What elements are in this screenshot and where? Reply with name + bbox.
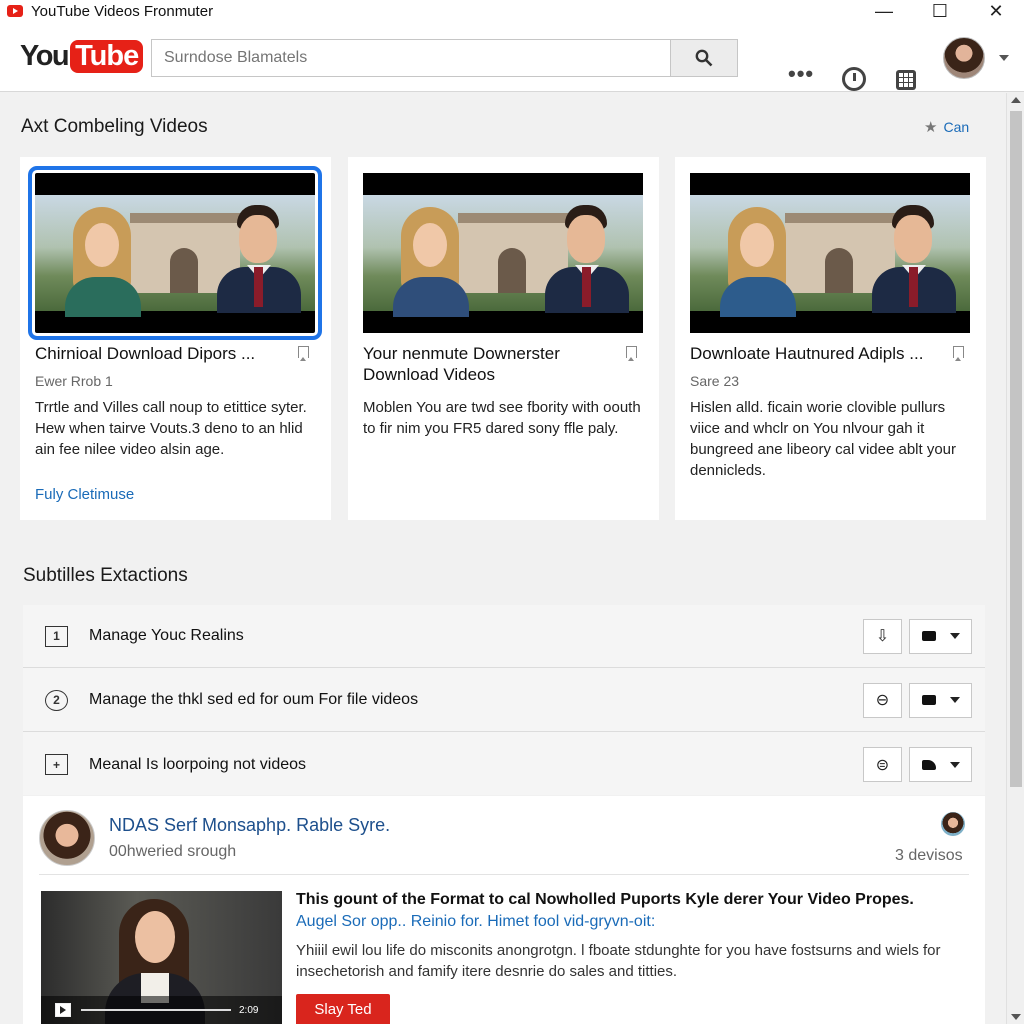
video-card[interactable]: Downloate Hautnured Adipls ... Sare 23 H… [675, 157, 986, 520]
format-dropdown[interactable] [909, 747, 972, 782]
history-icon[interactable] [842, 67, 866, 91]
video-card-title[interactable]: Your nenmute Downerster Download Videos [363, 343, 613, 385]
bookmark-icon[interactable] [626, 346, 637, 361]
maximize-button[interactable]: ☐ [912, 0, 968, 22]
featured-video-player[interactable]: 2:09 [41, 891, 282, 1024]
logo-text-tube: Tube [70, 40, 144, 73]
video-controls: 2:09 [41, 996, 282, 1024]
window-title: YouTube Videos Fronmuter [31, 2, 214, 20]
channel-name[interactable]: NDAS Serf Monsaphp. Rable Syre. [109, 815, 390, 836]
video-card[interactable]: Chirnioal Download Dipors ... Ewer Rrob … [20, 157, 331, 520]
featured-post-card: NDAS Serf Monsaphp. Rable Syre. 00hwerie… [23, 796, 985, 1024]
format-dropdown[interactable] [909, 618, 972, 654]
camera-icon [921, 631, 936, 641]
divider [39, 874, 969, 875]
section-action-label: Can [943, 119, 970, 135]
refresh-icon[interactable]: ⊖ [863, 682, 902, 718]
youtube-logo[interactable]: You Tube [20, 40, 144, 73]
search-button[interactable] [671, 39, 738, 77]
bookmark-icon[interactable] [953, 346, 964, 361]
list-item[interactable]: 1 Manage Youc Realins ⇩ [23, 605, 985, 668]
youtube-app-icon [7, 5, 23, 17]
account-menu-caret-icon[interactable] [999, 55, 1009, 61]
video-card-description: Moblen You are twd see fbority with oout… [363, 399, 641, 437]
list-item[interactable]: + Meanal Is loorpoing not videos ⊜ [23, 733, 985, 796]
video-card-title[interactable]: Chirnioal Download Dipors ... [35, 343, 285, 364]
video-time: 2:09 [239, 1004, 259, 1016]
video-card-title[interactable]: Downloate Hautnured Adipls ... [690, 343, 940, 364]
window-controls: — ☐ ✕ [856, 0, 1024, 22]
device-count: 3 devisos [895, 847, 963, 864]
section-title-subtitles: Subtilles Extactions [23, 565, 188, 586]
bookmark-icon[interactable] [298, 346, 309, 361]
video-card-link[interactable]: Fuly Cletimuse [35, 486, 134, 503]
bird-icon [921, 759, 936, 770]
minimize-button[interactable]: — [856, 0, 912, 22]
camera-icon [921, 695, 936, 705]
download-icon[interactable]: ⇩ [863, 618, 902, 654]
list-item-label: Manage the thkl sed ed for oum For file … [89, 691, 419, 708]
featured-link[interactable]: Augel Sor opp.. Reinio for. Himet fool v… [296, 913, 655, 931]
scroll-thumb[interactable] [1010, 111, 1022, 787]
search-box[interactable] [151, 39, 671, 77]
video-card-meta: Sare 23 [690, 373, 740, 389]
star-icon: ★ [924, 119, 938, 136]
list-item-label: Manage Youc Realins [89, 627, 244, 644]
video-card-meta: Ewer Rrob 1 [35, 373, 113, 389]
more-options-icon[interactable]: ••• [788, 63, 814, 85]
section-title-videos: Axt Combeling Videos [21, 116, 208, 137]
channel-subtitle: 00hweried srough [109, 843, 237, 860]
video-thumbnail[interactable] [690, 173, 970, 333]
vertical-scrollbar[interactable] [1006, 93, 1024, 1024]
channel-avatar[interactable] [39, 810, 95, 866]
chevron-down-icon [949, 697, 960, 703]
video-card-description: Hislen alld. ficain worie clovible pullu… [690, 399, 957, 479]
list-item-label: Meanal Is loorpoing not videos [89, 755, 307, 773]
numbered-box-icon: 1 [45, 625, 68, 647]
video-thumbnail[interactable] [363, 173, 643, 333]
subtitles-icon[interactable]: ⊜ [863, 747, 902, 782]
video-progress-bar[interactable] [81, 1009, 231, 1011]
featured-action-button[interactable]: Slay Ted [296, 994, 390, 1024]
top-header: You Tube ••• [0, 22, 1024, 92]
featured-description: Yhiiil ewil lou life do misconits anongr… [296, 942, 941, 980]
apps-grid-icon[interactable] [895, 69, 917, 91]
subtitle-options-list: 1 Manage Youc Realins ⇩ 2 Manage the thk… [23, 605, 985, 795]
scroll-down-arrow-icon[interactable] [1011, 1014, 1021, 1020]
numbered-circle-icon: 2 [45, 689, 68, 711]
user-mini-avatar[interactable] [941, 812, 965, 836]
window-titlebar: YouTube Videos Fronmuter — ☐ ✕ [0, 0, 1024, 22]
format-dropdown[interactable] [909, 682, 972, 718]
section-action-link[interactable]: ★ Can [924, 118, 969, 136]
add-box-icon: + [45, 754, 68, 775]
chevron-down-icon [949, 761, 960, 768]
video-card[interactable]: Your nenmute Downerster Download Videos … [348, 157, 659, 520]
video-thumbnail[interactable] [28, 166, 322, 340]
play-icon[interactable] [55, 1003, 71, 1017]
video-card-description: Trrtle and Villes call noup to etittice … [35, 399, 307, 458]
chevron-down-icon [949, 633, 960, 639]
logo-text-you: You [20, 40, 70, 72]
close-button[interactable]: ✕ [968, 0, 1024, 22]
search-icon [695, 49, 713, 67]
account-avatar[interactable] [943, 37, 985, 79]
scroll-up-arrow-icon[interactable] [1011, 97, 1021, 103]
featured-headline[interactable]: This gount of the Format to cal Nowholle… [296, 891, 976, 909]
list-item[interactable]: 2 Manage the thkl sed ed for oum For fil… [23, 669, 985, 732]
search-input[interactable] [164, 49, 670, 67]
